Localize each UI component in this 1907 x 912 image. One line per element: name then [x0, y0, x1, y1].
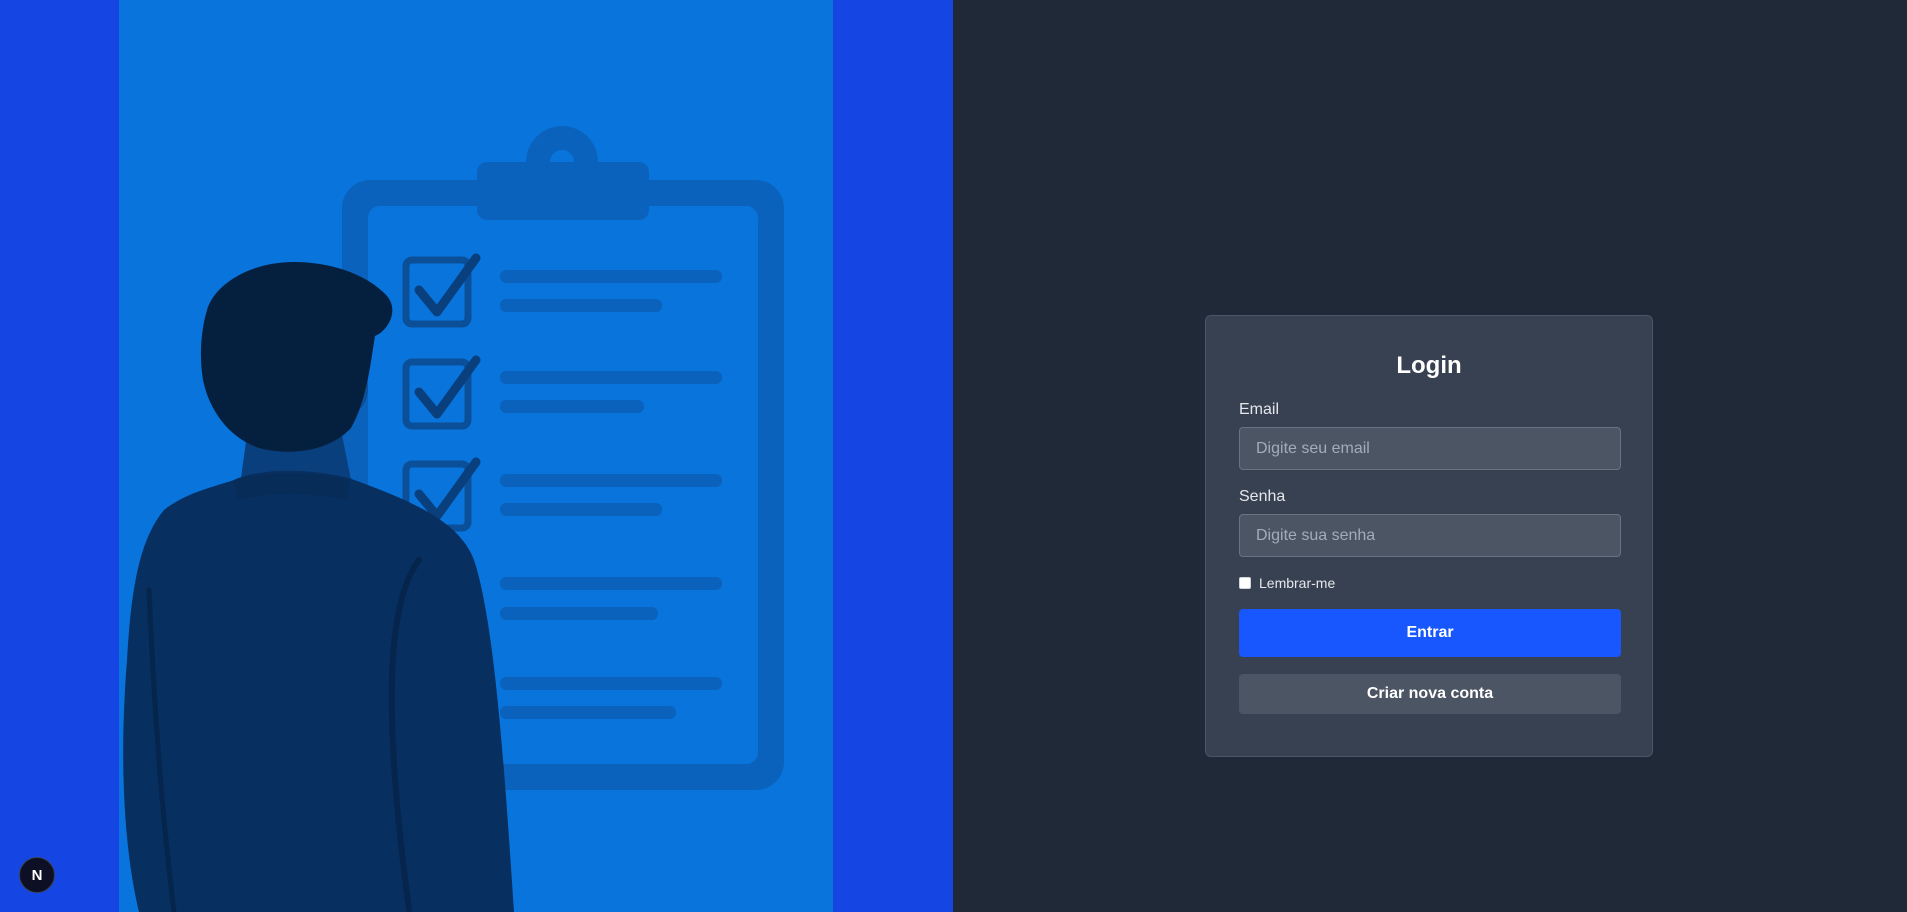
login-card: Login Email Senha Lembrar-me Entrar Cria… — [1205, 315, 1653, 757]
password-input[interactable] — [1239, 514, 1621, 557]
remember-me-checkbox[interactable] — [1239, 577, 1251, 589]
remember-me-label[interactable]: Lembrar-me — [1259, 575, 1335, 591]
login-submit-button[interactable]: Entrar — [1239, 609, 1621, 657]
nextjs-logo-icon: N — [31, 866, 43, 884]
email-input[interactable] — [1239, 427, 1621, 470]
create-account-button[interactable]: Criar nova conta — [1239, 674, 1621, 714]
nextjs-badge[interactable]: N — [19, 857, 55, 893]
remember-me-row: Lembrar-me — [1239, 574, 1619, 592]
auth-panel: Login Email Senha Lembrar-me Entrar Cria… — [953, 0, 1907, 912]
login-title: Login — [1396, 352, 1462, 379]
checklist-illustration — [119, 0, 833, 912]
email-label: Email — [1239, 401, 1280, 418]
login-page: N Login Email Senha Lembrar-me Entrar Cr… — [0, 0, 1907, 912]
password-label: Senha — [1239, 488, 1286, 505]
hero-panel: N — [0, 0, 953, 912]
